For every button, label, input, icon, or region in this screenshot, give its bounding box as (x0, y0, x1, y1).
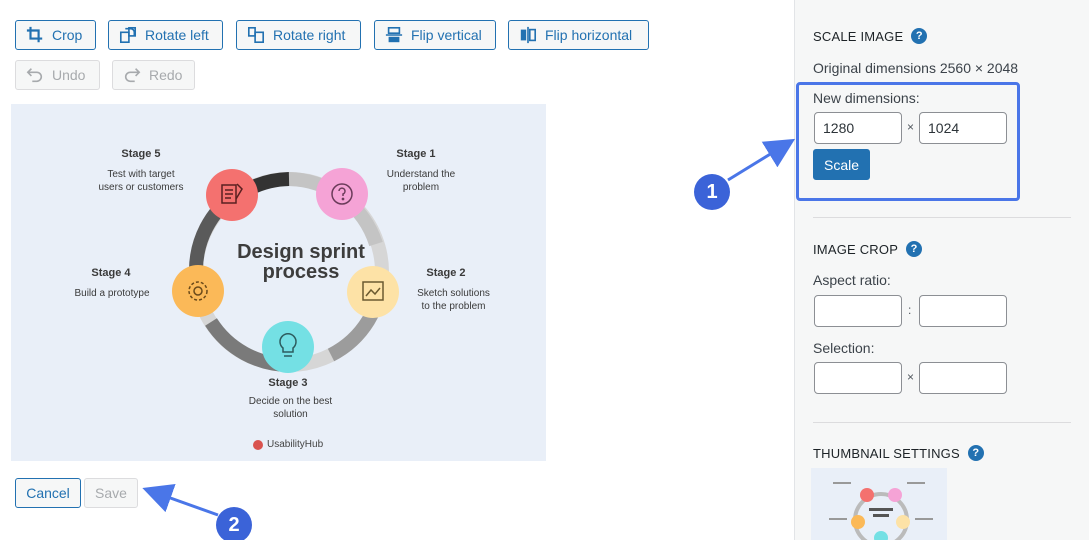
annotation-arrows (142, 138, 796, 517)
annotation-badge-2: 2 (216, 507, 252, 540)
image-editor: Crop Rotate left Rotate right Flip verti… (0, 0, 1089, 540)
arrow-2 (142, 483, 219, 517)
annotation-badge-1: 1 (694, 174, 730, 210)
arrow-1 (727, 138, 796, 182)
